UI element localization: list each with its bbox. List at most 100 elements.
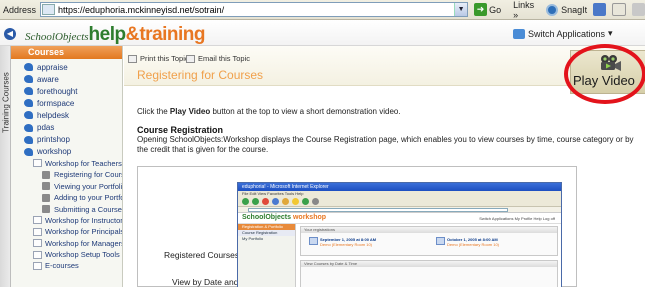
course-icon <box>24 99 33 108</box>
sidebar-sub-registering-for-courses[interactable]: Registering for Courses <box>11 169 122 180</box>
sidebar-sub-label: Submitting a Course <box>54 204 122 214</box>
sidebar-sub-label: Workshop for Principals <box>45 227 123 237</box>
topic-header: Print this Topic Email this Topic Regist… <box>124 46 645 86</box>
side-tab-label: Training Courses <box>1 72 11 133</box>
sidebar-sub-label: Registering for Courses <box>54 170 122 180</box>
go-button[interactable]: ➜ Go <box>474 3 501 16</box>
browser-address-bar: Address https://eduphoria.mckinneyisd.ne… <box>0 0 645 20</box>
mini-logo-b: workshop <box>292 214 327 221</box>
sidebar-item-forethought[interactable]: forethought <box>11 85 122 97</box>
book-icon <box>33 239 42 248</box>
sidebar-sub-workshop-for-instructors[interactable]: Workshop for Instructors <box>11 215 122 226</box>
topic-page-icon <box>42 182 50 191</box>
sidebar-sub-submitting-a-course[interactable]: Submitting a Course <box>11 203 122 214</box>
mini-media-icon <box>302 198 309 205</box>
sidebar-sub-workshop-setup-tools[interactable]: Workshop Setup Tools <box>11 249 122 260</box>
book-icon <box>33 216 42 225</box>
email-topic-label: Email this Topic <box>198 54 250 63</box>
callout-view-by-date: View by Date and <box>172 277 239 287</box>
sidebar-item-label: forethought <box>37 86 78 96</box>
sidebar-item-workshop[interactable]: workshop <box>11 146 122 158</box>
sidebar-sub-workshop-for-managers[interactable]: Workshop for Managers <box>11 237 122 248</box>
book-icon <box>33 159 42 168</box>
calendar-icon <box>309 237 318 245</box>
printer-icon <box>128 54 137 63</box>
screenshot-figure: Registered Courses View by Date and edup… <box>137 166 577 287</box>
mini-forward-icon <box>252 198 259 205</box>
chevron-right-icon: » <box>513 9 519 20</box>
logo-training-text: training <box>139 24 206 45</box>
sidebar-sub-label: Adding to your Portfolio <box>54 193 122 203</box>
callout-registered-courses: Registered Courses <box>164 250 240 260</box>
sidebar-sub-workshop-for-teachers[interactable]: Workshop for Teachers <box>11 158 122 169</box>
sidebar-sub-label: Viewing your Portfolio <box>54 181 123 191</box>
book-icon <box>33 227 42 236</box>
snagit-button[interactable]: SnagIt <box>546 3 588 16</box>
snagit-label: SnagIt <box>561 4 588 15</box>
sidebar-sub-e-courses[interactable]: E-courses <box>11 260 122 271</box>
url-dropdown-icon[interactable]: ▼ <box>454 3 468 16</box>
mini-logo: SchoolObjects workshop <box>242 214 326 221</box>
mini-course-place: Demo (Elementary Room 10) <box>320 242 373 247</box>
mini-favorites-icon <box>292 198 299 205</box>
course-icon <box>24 111 33 120</box>
sidebar-item-appraise[interactable]: appraise <box>11 61 122 73</box>
sidebar-item-helpdesk[interactable]: helpdesk <box>11 109 122 121</box>
mini-course-place: Demo (Elementary Room 10) <box>447 242 500 247</box>
instruction-post: button at the top to view a short demons… <box>210 107 401 116</box>
side-tab[interactable]: Training Courses <box>0 46 11 287</box>
app-header: ◀ SchoolObjects help & training Switch A… <box>0 20 645 46</box>
print-topic-link[interactable]: Print this Topic <box>128 54 189 63</box>
sidebar-item-pdas[interactable]: pdas <box>11 121 122 133</box>
courses-sidebar: Courses appraise aware forethought forms… <box>11 46 123 287</box>
sidebar-item-label: workshop <box>37 147 72 157</box>
switch-applications-button[interactable]: Switch Applications ▾ <box>513 28 613 39</box>
sidebar-sub-label: Workshop for Managers <box>45 238 123 248</box>
mini-home-icon <box>282 198 289 205</box>
topic-content: Print this Topic Email this Topic Regist… <box>124 46 645 287</box>
mini-app-header: SchoolObjects workshop Switch Applicatio… <box>238 213 561 224</box>
url-value: https://eduphoria.mckinneyisd.net/sotrai… <box>58 4 225 15</box>
caret-down-icon: ▾ <box>608 28 613 38</box>
course-icon <box>24 123 33 132</box>
book-icon <box>33 250 42 259</box>
mini-panel-title: View Courses by Date & Time <box>301 261 557 267</box>
course-icon <box>24 147 33 156</box>
switch-apps-label: Switch Applications <box>528 28 606 39</box>
sidebar-item-aware[interactable]: aware <box>11 73 122 85</box>
back-arrow-icon[interactable]: ◀ <box>4 28 16 40</box>
sidebar-title: Courses <box>11 46 122 59</box>
course-icon <box>24 87 33 96</box>
logo-amp-text: & <box>125 24 140 45</box>
section-heading: Course Registration <box>137 125 224 135</box>
app-logo[interactable]: SchoolObjects help & training <box>25 24 206 46</box>
sidebar-sub-workshop-for-principals[interactable]: Workshop for Principals <box>11 226 122 237</box>
email-topic-link[interactable]: Email this Topic <box>186 54 250 63</box>
links-button[interactable]: Links » <box>513 0 540 20</box>
sidebar-item-label: appraise <box>37 62 68 72</box>
sidebar-sub-adding-to-your-portfolio[interactable]: Adding to your Portfolio <box>11 192 122 203</box>
mini-refresh-icon <box>272 198 279 205</box>
sidebar-sub-label: E-courses <box>45 261 79 271</box>
calendar-icon <box>436 237 445 245</box>
video-camera-icon <box>601 55 621 71</box>
play-video-button[interactable]: Play Video <box>570 50 645 94</box>
mini-stop-icon <box>262 198 269 205</box>
embedded-app-screenshot: eduphoria! - Microsoft Internet Explorer… <box>237 182 562 287</box>
instruction-bold: Play Video <box>169 107 211 116</box>
sidebar-item-formspace[interactable]: formspace <box>11 97 122 109</box>
url-input[interactable]: https://eduphoria.mckinneyisd.net/sotrai… <box>40 2 469 17</box>
mini-panel-title: Your registrations <box>301 227 557 233</box>
toolbar-more-icon[interactable] <box>631 3 645 16</box>
sidebar-sub-viewing-your-portfolio[interactable]: Viewing your Portfolio <box>11 181 122 192</box>
capture-window-icon[interactable] <box>593 3 607 16</box>
envelope-icon <box>186 54 195 63</box>
go-label: Go <box>489 4 502 15</box>
capture-region-icon[interactable] <box>612 3 626 16</box>
mini-registrations-panel: Your registrations September 1, 2005 at … <box>300 226 558 256</box>
sidebar-item-label: aware <box>37 74 59 84</box>
mini-logo-a: SchoolObjects <box>242 214 293 221</box>
sidebar-item-printshop[interactable]: printshop <box>11 134 122 146</box>
mini-url-field <box>248 208 508 212</box>
sidebar-item-label: formspace <box>37 98 75 108</box>
